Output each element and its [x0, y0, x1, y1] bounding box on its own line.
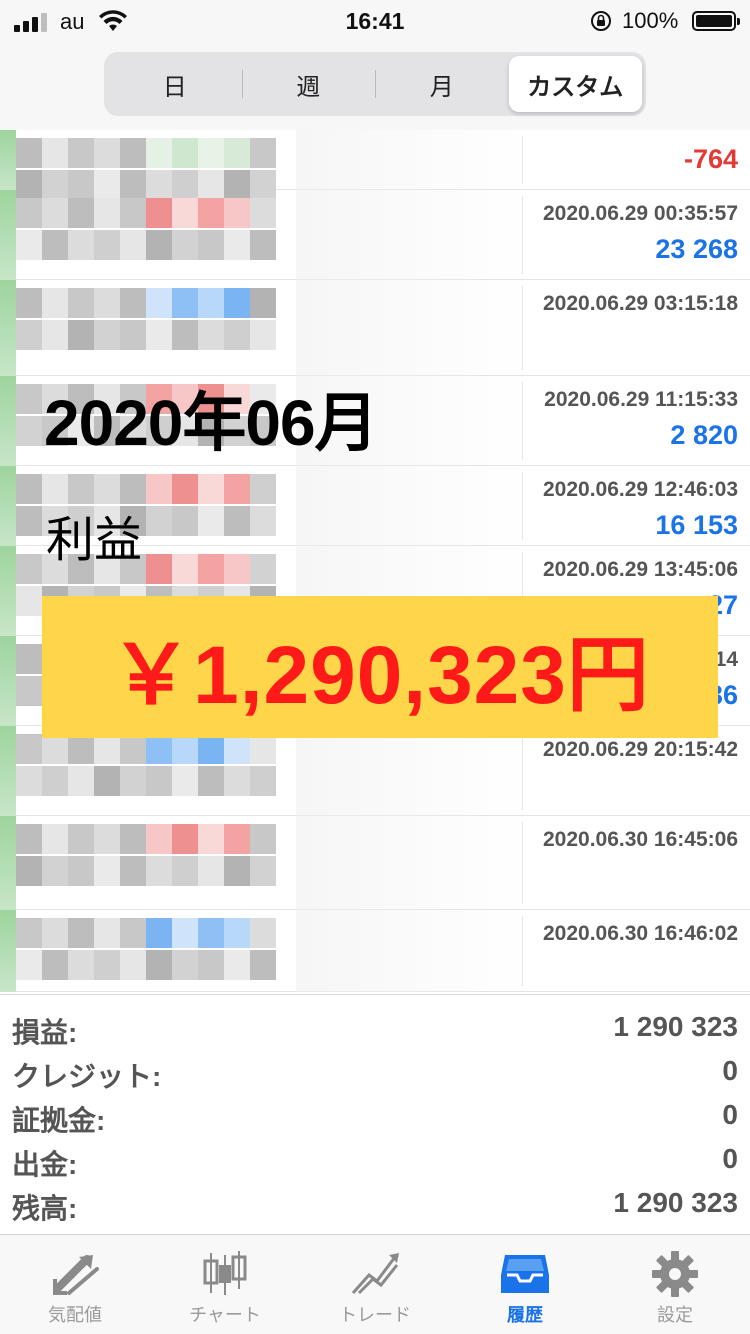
- summary-row-deposit: 証拠金: 0: [12, 1099, 738, 1143]
- chart-icon: [203, 1251, 247, 1295]
- summary-row-balance: 残高: 1 290 323: [12, 1187, 738, 1231]
- tab-history[interactable]: 履歴: [450, 1235, 600, 1334]
- tab-label: チャート: [189, 1305, 261, 1325]
- row-time: 14: [714, 648, 738, 671]
- redacted-symbol: [16, 726, 296, 816]
- summary-label: 出金:: [12, 1149, 78, 1180]
- row-profit: 16 153: [655, 510, 738, 540]
- segment-month[interactable]: 月: [375, 56, 509, 112]
- history-row[interactable]: 2020.06.29 00:35:57 23 268: [0, 190, 750, 280]
- row-time: 2020.06.29 00:35:57: [543, 202, 738, 225]
- tab-label: トレード: [339, 1305, 411, 1325]
- row-marker: [0, 466, 16, 546]
- row-marker: [0, 280, 16, 376]
- tab-label: 設定: [657, 1305, 693, 1325]
- trade-icon: [351, 1253, 399, 1295]
- summary-value: 0: [722, 1143, 738, 1174]
- profit-amount: ￥1,290,323円: [110, 629, 650, 721]
- tab-chart[interactable]: チャート: [150, 1235, 300, 1334]
- tab-trade[interactable]: トレード: [300, 1235, 450, 1334]
- redacted-symbol: [16, 910, 296, 992]
- row-profit: -764: [683, 144, 738, 174]
- row-profit: 23 268: [655, 234, 738, 264]
- status-bar: au 16:41 100%: [0, 0, 750, 44]
- summary-label: 残高:: [12, 1193, 78, 1224]
- redacted-symbol: [16, 816, 296, 910]
- profit-banner: ￥1,290,323円: [42, 596, 718, 738]
- row-profit: 2 820: [670, 420, 738, 450]
- row-time: 2020.06.29 12:46:03: [543, 478, 738, 501]
- row-marker: [0, 636, 16, 726]
- redacted-symbol: [16, 130, 296, 200]
- period-segmented-control: 日 週 月 カスタム: [104, 52, 646, 116]
- row-time: 2020.06.29 11:15:33: [544, 388, 738, 411]
- summary-value: 1 290 323: [613, 1011, 738, 1042]
- tab-settings[interactable]: 設定: [600, 1235, 750, 1334]
- redacted-symbol: [16, 190, 296, 280]
- summary-value: 1 290 323: [613, 1187, 738, 1218]
- summary-value: 0: [722, 1055, 738, 1086]
- tab-label: 履歴: [507, 1305, 543, 1325]
- tab-bar: 気配値 チャート トレード 履歴 設定: [0, 1234, 750, 1334]
- history-row[interactable]: 2020.06.30 16:46:02: [0, 910, 750, 992]
- quotes-icon: [53, 1255, 99, 1295]
- row-time: 2020.06.29 03:15:18: [543, 292, 738, 315]
- rotation-lock-icon: [591, 11, 611, 31]
- summary-row-pl: 損益: 1 290 323: [12, 1011, 738, 1055]
- summary-row-withdrawal: 出金: 0: [12, 1143, 738, 1187]
- row-marker: [0, 130, 16, 190]
- tab-quotes[interactable]: 気配値: [0, 1235, 150, 1334]
- history-row[interactable]: -764: [0, 130, 750, 200]
- segment-week[interactable]: 週: [241, 56, 376, 112]
- row-marker: [0, 726, 16, 816]
- row-marker: [0, 546, 16, 636]
- history-row[interactable]: 2020.06.30 16:45:06: [0, 816, 750, 910]
- segment-custom[interactable]: カスタム: [508, 56, 642, 112]
- row-time: 2020.06.30 16:45:06: [543, 828, 738, 851]
- row-time: 2020.06.29 13:45:06: [543, 558, 738, 581]
- summary-label: 証拠金:: [12, 1105, 106, 1136]
- row-marker: [0, 816, 16, 910]
- summary-panel: 損益: 1 290 323 クレジット: 0 証拠金: 0 出金: 0 残高: …: [0, 994, 750, 1232]
- row-time: 2020.06.29 20:15:42: [543, 738, 738, 761]
- battery-icon: [692, 11, 740, 31]
- history-row[interactable]: 2020.06.29 20:15:42: [0, 726, 750, 816]
- battery-percent: 100%: [622, 8, 679, 33]
- history-icon: [501, 1255, 549, 1293]
- redacted-symbol: [16, 280, 296, 376]
- summary-row-credit: クレジット: 0: [12, 1055, 738, 1099]
- row-marker: [0, 376, 16, 466]
- row-time: 2020.06.30 16:46:02: [543, 922, 738, 945]
- overlay-subtitle: 利益: [46, 514, 143, 567]
- segment-day[interactable]: 日: [108, 56, 242, 112]
- period-selector-area: 日 週 月 カスタム: [0, 44, 750, 130]
- tab-label: 気配値: [48, 1305, 102, 1325]
- summary-value: 0: [722, 1099, 738, 1130]
- history-row[interactable]: 2020.06.29 03:15:18: [0, 280, 750, 376]
- summary-label: 損益:: [12, 1017, 78, 1048]
- row-marker: [0, 910, 16, 992]
- overlay-title: 2020年06月: [44, 387, 379, 459]
- summary-label: クレジット:: [12, 1061, 162, 1092]
- row-marker: [0, 190, 16, 280]
- settings-icon: [652, 1251, 698, 1297]
